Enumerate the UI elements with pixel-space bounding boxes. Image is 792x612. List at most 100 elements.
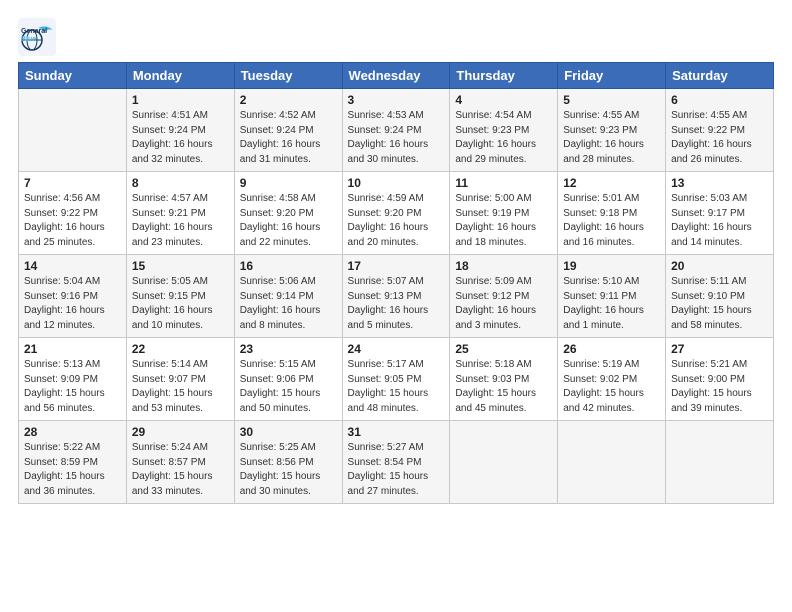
calendar-cell: 31 Sunrise: 5:27 AMSunset: 8:54 PMDayligh… — [342, 421, 450, 504]
cell-info: Sunrise: 5:21 AMSunset: 9:00 PMDaylight:… — [671, 359, 752, 414]
cell-info: Sunrise: 5:27 AMSunset: 8:54 PMDaylight:… — [348, 442, 429, 497]
calendar-cell: 20 Sunrise: 5:11 AMSunset: 9:10 PMDayligh… — [666, 255, 774, 338]
svg-text:General: General — [21, 28, 47, 35]
calendar-cell: 23 Sunrise: 5:15 AMSunset: 9:06 PMDayligh… — [234, 338, 342, 421]
cell-info: Sunrise: 4:55 AMSunset: 9:23 PMDaylight:… — [563, 110, 644, 165]
week-row-1: 1 Sunrise: 4:51 AMSunset: 9:24 PMDaylight… — [19, 89, 774, 172]
day-number: 26 — [563, 342, 660, 356]
cell-info: Sunrise: 5:10 AMSunset: 9:11 PMDaylight:… — [563, 276, 644, 331]
week-row-2: 7Sunrise: 4:56 AMSunset: 9:22 PMDaylight… — [19, 172, 774, 255]
header: General Blue — [18, 18, 774, 56]
calendar-cell: 9 Sunrise: 4:58 AMSunset: 9:20 PMDaylight… — [234, 172, 342, 255]
cell-info: Sunrise: 5:13 AMSunset: 9:09 PMDaylight:… — [24, 359, 105, 414]
cell-info: Sunrise: 5:05 AMSunset: 9:15 PMDaylight:… — [132, 276, 213, 331]
day-number: 11 — [455, 176, 552, 190]
cell-info: Sunrise: 5:22 AMSunset: 8:59 PMDaylight:… — [24, 442, 105, 497]
calendar-cell: 5 Sunrise: 4:55 AMSunset: 9:23 PMDaylight… — [558, 89, 666, 172]
day-number: 21 — [24, 342, 121, 356]
day-number: 8 — [132, 176, 229, 190]
calendar-cell: 17Sunrise: 5:07 AMSunset: 9:13 PMDayligh… — [342, 255, 450, 338]
calendar-cell: 27 Sunrise: 5:21 AMSunset: 9:00 PMDayligh… — [666, 338, 774, 421]
calendar-cell: 1 Sunrise: 4:51 AMSunset: 9:24 PMDaylight… — [126, 89, 234, 172]
calendar-cell: 28Sunrise: 5:22 AMSunset: 8:59 PMDayligh… — [19, 421, 127, 504]
cell-info: Sunrise: 5:09 AMSunset: 9:12 PMDaylight:… — [455, 276, 536, 331]
cell-info: Sunrise: 4:56 AMSunset: 9:22 PMDaylight:… — [24, 193, 105, 248]
logo: General Blue — [18, 18, 56, 56]
calendar-cell: 26Sunrise: 5:19 AMSunset: 9:02 PMDayligh… — [558, 338, 666, 421]
cell-info: Sunrise: 4:52 AMSunset: 9:24 PMDaylight:… — [240, 110, 321, 165]
cell-info: Sunrise: 4:57 AMSunset: 9:21 PMDaylight:… — [132, 193, 213, 248]
calendar-cell: 10 Sunrise: 4:59 AMSunset: 9:20 PMDayligh… — [342, 172, 450, 255]
cell-info: Sunrise: 5:03 AMSunset: 9:17 PMDaylight:… — [671, 193, 752, 248]
calendar-cell — [450, 421, 558, 504]
col-header-monday: Monday — [126, 63, 234, 89]
calendar-cell: 12 Sunrise: 5:01 AMSunset: 9:18 PMDayligh… — [558, 172, 666, 255]
cell-info: Sunrise: 5:04 AMSunset: 9:16 PMDaylight:… — [24, 276, 105, 331]
svg-text:Blue: Blue — [21, 36, 36, 43]
calendar-cell: 29 Sunrise: 5:24 AMSunset: 8:57 PMDayligh… — [126, 421, 234, 504]
calendar-cell: 24 Sunrise: 5:17 AMSunset: 9:05 PMDayligh… — [342, 338, 450, 421]
cell-info: Sunrise: 5:24 AMSunset: 8:57 PMDaylight:… — [132, 442, 213, 497]
calendar-cell: 8 Sunrise: 4:57 AMSunset: 9:21 PMDaylight… — [126, 172, 234, 255]
week-row-3: 14 Sunrise: 5:04 AMSunset: 9:16 PMDayligh… — [19, 255, 774, 338]
cell-info: Sunrise: 5:00 AMSunset: 9:19 PMDaylight:… — [455, 193, 536, 248]
calendar-cell — [558, 421, 666, 504]
cell-info: Sunrise: 4:58 AMSunset: 9:20 PMDaylight:… — [240, 193, 321, 248]
page: General Blue SundayMondayTuesdayWednesda… — [0, 0, 792, 612]
col-header-sunday: Sunday — [19, 63, 127, 89]
col-header-saturday: Saturday — [666, 63, 774, 89]
week-row-4: 21 Sunrise: 5:13 AMSunset: 9:09 PMDayligh… — [19, 338, 774, 421]
day-number: 4 — [455, 93, 552, 107]
calendar-cell: 3 Sunrise: 4:53 AMSunset: 9:24 PMDaylight… — [342, 89, 450, 172]
cell-info: Sunrise: 5:11 AMSunset: 9:10 PMDaylight:… — [671, 276, 752, 331]
day-number: 15 — [132, 259, 229, 273]
calendar-cell: 4 Sunrise: 4:54 AMSunset: 9:23 PMDaylight… — [450, 89, 558, 172]
calendar-cell: 2 Sunrise: 4:52 AMSunset: 9:24 PMDaylight… — [234, 89, 342, 172]
day-number: 29 — [132, 425, 229, 439]
cell-info: Sunrise: 4:59 AMSunset: 9:20 PMDaylight:… — [348, 193, 429, 248]
day-number: 30 — [240, 425, 337, 439]
day-number: 3 — [348, 93, 445, 107]
day-number: 18 — [455, 259, 552, 273]
calendar-cell: 15 Sunrise: 5:05 AMSunset: 9:15 PMDayligh… — [126, 255, 234, 338]
day-number: 19 — [563, 259, 660, 273]
day-number: 16 — [240, 259, 337, 273]
header-row: SundayMondayTuesdayWednesdayThursdayFrid… — [19, 63, 774, 89]
cell-info: Sunrise: 4:51 AMSunset: 9:24 PMDaylight:… — [132, 110, 213, 165]
day-number: 10 — [348, 176, 445, 190]
cell-info: Sunrise: 5:25 AMSunset: 8:56 PMDaylight:… — [240, 442, 321, 497]
calendar-cell: 6 Sunrise: 4:55 AMSunset: 9:22 PMDaylight… — [666, 89, 774, 172]
day-number: 17 — [348, 259, 445, 273]
day-number: 14 — [24, 259, 121, 273]
day-number: 27 — [671, 342, 768, 356]
day-number: 12 — [563, 176, 660, 190]
cell-info: Sunrise: 4:54 AMSunset: 9:23 PMDaylight:… — [455, 110, 536, 165]
calendar-cell: 22 Sunrise: 5:14 AMSunset: 9:07 PMDayligh… — [126, 338, 234, 421]
cell-info: Sunrise: 5:17 AMSunset: 9:05 PMDaylight:… — [348, 359, 429, 414]
day-number: 9 — [240, 176, 337, 190]
calendar-cell — [666, 421, 774, 504]
calendar-table: SundayMondayTuesdayWednesdayThursdayFrid… — [18, 62, 774, 504]
day-number: 20 — [671, 259, 768, 273]
day-number: 2 — [240, 93, 337, 107]
day-number: 25 — [455, 342, 552, 356]
col-header-wednesday: Wednesday — [342, 63, 450, 89]
cell-info: Sunrise: 5:01 AMSunset: 9:18 PMDaylight:… — [563, 193, 644, 248]
cell-info: Sunrise: 5:15 AMSunset: 9:06 PMDaylight:… — [240, 359, 321, 414]
day-number: 1 — [132, 93, 229, 107]
calendar-cell: 14 Sunrise: 5:04 AMSunset: 9:16 PMDayligh… — [19, 255, 127, 338]
day-number: 24 — [348, 342, 445, 356]
day-number: 13 — [671, 176, 768, 190]
day-number: 22 — [132, 342, 229, 356]
col-header-tuesday: Tuesday — [234, 63, 342, 89]
cell-info: Sunrise: 4:55 AMSunset: 9:22 PMDaylight:… — [671, 110, 752, 165]
calendar-cell: 30 Sunrise: 5:25 AMSunset: 8:56 PMDayligh… — [234, 421, 342, 504]
col-header-thursday: Thursday — [450, 63, 558, 89]
day-number: 23 — [240, 342, 337, 356]
day-number: 5 — [563, 93, 660, 107]
cell-info: Sunrise: 5:14 AMSunset: 9:07 PMDaylight:… — [132, 359, 213, 414]
day-number: 6 — [671, 93, 768, 107]
cell-info: Sunrise: 4:53 AMSunset: 9:24 PMDaylight:… — [348, 110, 429, 165]
calendar-cell: 25Sunrise: 5:18 AMSunset: 9:03 PMDayligh… — [450, 338, 558, 421]
day-number: 31 — [348, 425, 445, 439]
